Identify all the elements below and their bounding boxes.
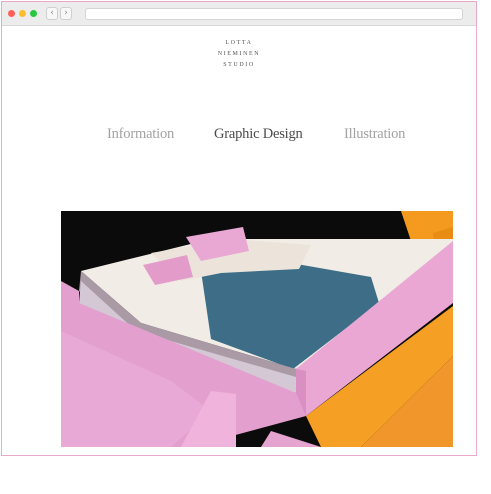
forward-button[interactable]: › [60,7,72,20]
hero-image[interactable] [61,211,453,447]
logo-line-2: NIEMINEN [217,51,261,57]
zoom-window-button[interactable] [30,10,37,17]
back-button[interactable]: ‹ [46,7,58,20]
close-window-button[interactable] [8,10,15,17]
studio-logo[interactable]: LOTTA NIEMINEN STUDIO [2,38,476,71]
nav-information[interactable]: Information [107,126,174,143]
logo-line-1: LOTTA [225,40,253,46]
minimize-window-button[interactable] [19,10,26,17]
browser-window: ‹ › LOTTA NIEMINEN STUDIO Information Gr… [1,1,477,456]
browser-toolbar: ‹ › [2,2,476,26]
chevron-right-icon: › [64,8,68,18]
nav-illustration[interactable]: Illustration [344,126,405,143]
hero-photo-illustration [61,211,453,447]
main-navigation: Information Graphic Design Illustration [2,126,476,146]
address-bar[interactable] [85,8,463,20]
chevron-left-icon: ‹ [50,8,54,18]
nav-graphic-design[interactable]: Graphic Design [214,126,303,143]
logo-line-3: STUDIO [223,62,255,68]
